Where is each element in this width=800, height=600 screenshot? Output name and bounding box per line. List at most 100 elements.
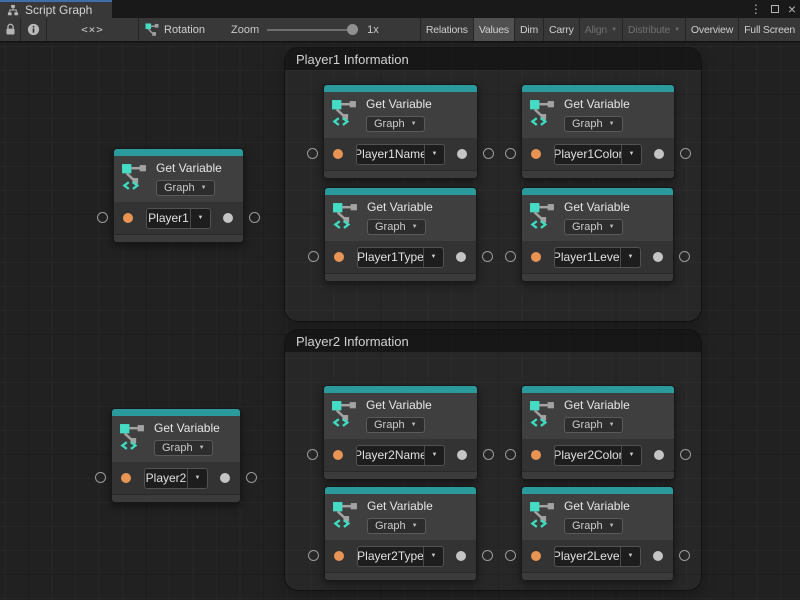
graph-kind-dropdown[interactable]: Graph ▼ [367,518,426,534]
output-port[interactable] [457,450,467,460]
graph-canvas[interactable]: Player1 Information Player2 Information … [0,43,800,600]
left-edge-port[interactable] [505,449,516,460]
close-icon[interactable]: × [788,2,796,16]
kebab-menu-icon[interactable]: ⋮ [750,3,762,15]
output-port[interactable] [223,213,233,223]
right-edge-port[interactable] [680,148,691,159]
node-player2[interactable]: Get Variable Graph ▼ Player2 ▼ [111,408,241,503]
graph-kind-dropdown[interactable]: Graph ▼ [564,417,623,433]
left-edge-port[interactable] [308,251,319,262]
node-player1name[interactable]: Get Variable Graph ▼ Player1Name ▼ [323,84,478,179]
input-port[interactable] [334,551,344,561]
graph-kind-dropdown[interactable]: Graph ▼ [156,180,215,196]
graph-kind-dropdown[interactable]: Graph ▼ [366,116,425,132]
variable-dropdown[interactable]: Player2 ▼ [144,468,208,489]
right-edge-port[interactable] [249,212,260,223]
variable-dropdown[interactable]: Player1Level ▼ [554,247,641,268]
left-edge-port[interactable] [505,148,516,159]
output-port[interactable] [653,551,663,561]
toolbar-button-full-screen[interactable]: Full Screen [738,18,800,41]
node-header-text: Get Variable Graph ▼ [156,161,222,196]
graph-kind-dropdown[interactable]: Graph ▼ [564,219,623,235]
node-player1[interactable]: Get Variable Graph ▼ Player1 ▼ [113,148,244,243]
right-edge-port[interactable] [679,550,690,561]
left-edge-port[interactable] [505,550,516,561]
graph-kind-dropdown[interactable]: Graph ▼ [366,417,425,433]
kind-label: Graph [375,520,406,532]
output-port[interactable] [456,252,466,262]
lock-button[interactable] [0,18,21,41]
variable-dropdown[interactable]: Player2Color ▼ [554,445,642,466]
info-button[interactable] [21,18,47,41]
output-port[interactable] [653,252,663,262]
output-port[interactable] [654,450,664,460]
left-edge-port[interactable] [505,251,516,262]
input-port[interactable] [333,450,343,460]
breadcrumb[interactable]: Rotation [139,18,217,41]
input-port[interactable] [333,149,343,159]
kind-label: Graph [572,419,603,431]
chevron-down-icon: ▼ [621,145,641,164]
node-header: Get Variable Graph ▼ [522,494,673,540]
node-player2level[interactable]: Get Variable Graph ▼ Player2Level ▼ [521,486,674,581]
node-title: Get Variable [154,421,220,435]
node-player1color[interactable]: Get Variable Graph ▼ Player1Color ▼ [521,84,675,179]
right-edge-port[interactable] [246,472,257,483]
node-player1type[interactable]: Get Variable Graph ▼ Player1Type ▼ [324,187,477,282]
right-edge-port[interactable] [482,251,493,262]
group-header[interactable]: Player1 Information [285,48,701,70]
left-edge-port[interactable] [95,472,106,483]
right-edge-port[interactable] [483,148,494,159]
zoom-slider-knob[interactable] [347,24,358,35]
input-port[interactable] [123,213,133,223]
group-header[interactable]: Player2 Information [285,330,701,352]
output-port[interactable] [456,551,466,561]
graph-kind-dropdown[interactable]: Graph ▼ [564,518,623,534]
left-edge-port[interactable] [307,148,318,159]
right-edge-port[interactable] [483,449,494,460]
input-port[interactable] [531,551,541,561]
toolbar-button-align[interactable]: Align▼ [579,18,622,41]
graph-kind-dropdown[interactable]: Graph ▼ [367,219,426,235]
left-edge-port[interactable] [308,550,319,561]
maximize-icon[interactable] [771,5,779,13]
variable-dropdown[interactable]: Player2Level ▼ [554,546,641,567]
variable-dropdown[interactable]: Player1Type ▼ [357,247,444,268]
variable-dropdown[interactable]: Player1Color ▼ [554,144,642,165]
group-title: Player1 Information [296,52,409,67]
graph-kind-dropdown[interactable]: Graph ▼ [154,440,213,456]
toolbar-button-distribute[interactable]: Distribute▼ [622,18,685,41]
right-edge-port[interactable] [482,550,493,561]
output-port[interactable] [457,149,467,159]
graph-kind-dropdown[interactable]: Graph ▼ [564,116,623,132]
node-body: Player1Name ▼ [324,138,477,170]
input-port[interactable] [531,252,541,262]
input-port[interactable] [531,149,541,159]
toolbar-button-dim[interactable]: Dim [514,18,543,41]
tab-script-graph[interactable]: Script Graph [0,0,112,18]
input-port[interactable] [531,450,541,460]
node-player1level[interactable]: Get Variable Graph ▼ Player1Level ▼ [521,187,674,282]
toolbar-button-relations[interactable]: Relations [420,18,473,41]
toolbar-button-values[interactable]: Values [473,18,514,41]
node-player2type[interactable]: Get Variable Graph ▼ Player2Type ▼ [324,486,477,581]
toolbar-button-carry[interactable]: Carry [543,18,579,41]
output-port[interactable] [220,473,230,483]
variable-dropdown[interactable]: Player2Name ▼ [356,445,445,466]
variable-dropdown[interactable]: Player1Name ▼ [356,144,445,165]
code-preview-button[interactable]: <×> [47,18,139,41]
left-edge-port[interactable] [97,212,108,223]
node-player2name[interactable]: Get Variable Graph ▼ Player2Name ▼ [323,385,478,480]
right-edge-port[interactable] [679,251,690,262]
node-player2color[interactable]: Get Variable Graph ▼ Player2Color ▼ [521,385,675,480]
variable-dropdown[interactable]: Player1 ▼ [146,208,211,229]
toolbar-button-overview[interactable]: Overview [685,18,738,41]
right-edge-port[interactable] [680,449,691,460]
input-port[interactable] [121,473,131,483]
zoom-slider[interactable] [267,29,355,31]
variable-dropdown[interactable]: Player2Type ▼ [357,546,444,567]
input-port[interactable] [334,252,344,262]
output-port[interactable] [654,149,664,159]
left-edge-port[interactable] [307,449,318,460]
tab-bar: Script Graph ⋮ × [0,0,800,18]
